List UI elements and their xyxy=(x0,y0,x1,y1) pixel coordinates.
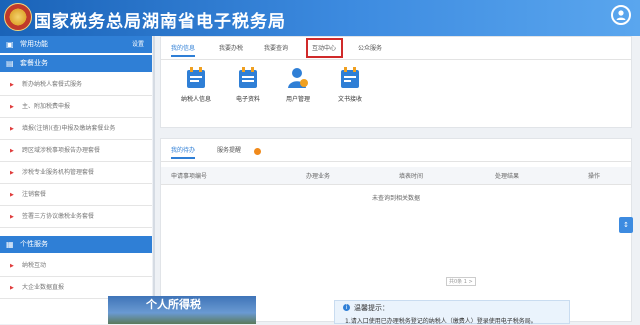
sidebar-item-tax-interaction[interactable]: ▶ 纳税互动 xyxy=(0,255,152,277)
sidebar-section-label: 常用功能 xyxy=(20,40,48,48)
electronic-docs-icon xyxy=(238,67,258,89)
tool-label: 用户管理 xyxy=(285,96,310,103)
bullet-icon: ▶ xyxy=(10,285,14,291)
sidebar-item-label: 填报(注销)(查)申报及缴纳套餐业务 xyxy=(22,125,116,132)
bullet-icon: ▶ xyxy=(10,82,14,88)
pagination-info[interactable]: 共0条 1 > xyxy=(446,277,476,286)
main-tabs: 我的信息 我要办税 我要查询 互动中心 公众服务 xyxy=(161,37,631,60)
sidebar-item-label: 跨区域涉税事项报告办理套餐 xyxy=(22,147,101,154)
sidebar-section-personal[interactable]: ▦ 个性服务 xyxy=(0,236,152,253)
top-header-bar: 国家税务总局湖南省电子税务局 xyxy=(0,0,640,36)
briefcase-icon: ▤ xyxy=(6,59,14,68)
sidebar-item-label: 新办纳税人套餐式服务 xyxy=(22,81,83,88)
notification-badge xyxy=(254,148,261,155)
site-title: 国家税务总局湖南省电子税务局 xyxy=(34,12,286,32)
sidebar-item-cross-region[interactable]: ▶ 跨区域涉税事项报告办理套餐 xyxy=(0,140,152,162)
tax-banner-image[interactable]: 个人所得税 xyxy=(108,296,256,324)
sidebar-section-label: 个性服务 xyxy=(20,240,48,248)
tab-my-info[interactable]: 我的信息 xyxy=(171,43,196,57)
empty-state-text: 未查询到相关数据 xyxy=(371,195,420,202)
sidebar-item-label: 涉税专业服务机构管理套餐 xyxy=(22,169,95,176)
tool-user-manage[interactable]: 用户管理 xyxy=(273,67,323,107)
tax-emblem-logo xyxy=(4,3,32,31)
column-header: 填表时间 xyxy=(399,173,424,180)
tool-document-receive[interactable]: 文书接收 xyxy=(325,67,375,107)
sidebar-section-package[interactable]: ▤ 套餐业务 xyxy=(0,55,152,72)
column-header: 申请事项编号 xyxy=(171,173,208,180)
bullet-icon: ▶ xyxy=(10,263,14,269)
settings-link[interactable]: 设置 xyxy=(132,36,144,53)
sidebar-section-label: 套餐业务 xyxy=(20,59,48,67)
sidebar-item-label: 签署三方协议缴税业务套餐 xyxy=(22,213,95,220)
sidebar: ▣ 常用功能 设置 ▤ 套餐业务 ▶ 新办纳税人套餐式服务 ▶ 主、附加税费申报… xyxy=(0,36,152,324)
column-header: 办理业务 xyxy=(306,173,331,180)
tool-taxpayer-info[interactable]: 纳税人信息 xyxy=(171,67,221,107)
sidebar-item-deregistration-package[interactable]: ▶ 填报(注销)(查)申报及缴纳套餐业务 xyxy=(0,118,152,140)
tool-label: 纳税人信息 xyxy=(180,96,211,103)
bullet-icon: ▶ xyxy=(10,192,14,198)
sidebar-item-service-agency[interactable]: ▶ 涉税专业服务机构管理套餐 xyxy=(0,162,152,184)
sidebar-item-tax-declaration[interactable]: ▶ 主、附加税费申报 xyxy=(0,96,152,118)
sidebar-divider xyxy=(153,36,155,324)
my-info-panel: 我的信息 我要办税 我要查询 互动中心 公众服务 纳税人信息 电子资料 用户管理… xyxy=(160,36,632,128)
sidebar-item-new-taxpayer[interactable]: ▶ 新办纳税人套餐式服务 xyxy=(0,74,152,96)
sidebar-item-label: 纳税互动 xyxy=(22,262,47,269)
bullet-icon: ▶ xyxy=(10,170,14,176)
column-header: 处理结果 xyxy=(495,173,520,180)
sidebar-item-label: 大企业数据直报 xyxy=(22,284,65,291)
sidebar-section-common[interactable]: ▣ 常用功能 设置 xyxy=(0,36,152,53)
tool-label: 电子资料 xyxy=(235,96,260,103)
todo-panel: 我的待办 服务提醒 申请事项编号 办理业务 填表时间 处理结果 操作 未查询到相… xyxy=(160,138,632,322)
sidebar-item-tripartite[interactable]: ▶ 签署三方协议缴税业务套餐 xyxy=(0,206,152,228)
sidebar-item-label: 注销套餐 xyxy=(22,191,47,198)
tab-handle-tax[interactable]: 我要办税 xyxy=(219,43,243,52)
todo-tabs: 我的待办 服务提醒 xyxy=(161,139,631,162)
table-header: 申请事项编号 办理业务 填表时间 处理结果 操作 xyxy=(161,167,631,185)
info-icon: i xyxy=(343,304,350,311)
banner-text: 个人所得税 xyxy=(146,298,201,311)
taxpayer-info-icon xyxy=(186,67,206,89)
tab-public-service[interactable]: 公众服务 xyxy=(358,43,382,52)
bullet-icon: ▶ xyxy=(10,126,14,132)
tool-label: 文书接收 xyxy=(337,96,362,103)
tab-service-reminder[interactable]: 服务提醒 xyxy=(217,145,241,154)
bullet-icon: ▶ xyxy=(10,214,14,220)
tips-title: 温馨提示： xyxy=(354,304,389,312)
tab-my-todo[interactable]: 我的待办 xyxy=(171,145,196,159)
tool-electronic-docs[interactable]: 电子资料 xyxy=(223,67,273,107)
scroll-to-top-button[interactable]: ↕ xyxy=(619,217,633,233)
user-avatar-icon[interactable] xyxy=(611,5,631,25)
bullet-icon: ▶ xyxy=(10,104,14,110)
bullet-icon: ▶ xyxy=(10,148,14,154)
sidebar-item-cancellation[interactable]: ▶ 注销套餐 xyxy=(0,184,152,206)
document-receive-icon xyxy=(340,67,360,89)
tips-box: i 温馨提示： 1.请入口使用已办理税务登记的纳税人（缴费人）登录使用电子税务局… xyxy=(334,300,570,325)
sidebar-item-label: 主、附加税费申报 xyxy=(22,103,71,110)
home-icon: ▣ xyxy=(6,40,14,49)
highlight-box xyxy=(306,38,343,58)
tab-query[interactable]: 我要查询 xyxy=(264,43,288,52)
user-manage-icon xyxy=(288,67,308,89)
column-header: 操作 xyxy=(588,173,601,180)
grid-icon: ▦ xyxy=(6,240,14,249)
